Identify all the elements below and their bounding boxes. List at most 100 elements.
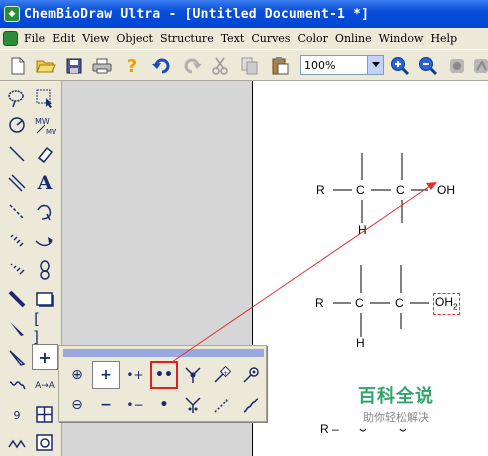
open-folder-icon[interactable] bbox=[34, 54, 58, 78]
new-doc-icon[interactable] bbox=[6, 54, 30, 78]
struct1-oh-label: OH bbox=[437, 183, 455, 197]
watermark: 百科全说 助你轻松解决 bbox=[350, 382, 442, 425]
radical-label: • bbox=[159, 397, 169, 413]
menu-help[interactable]: Help bbox=[428, 32, 462, 45]
zoom-select[interactable]: 100% bbox=[300, 55, 384, 75]
flyout-drag-bar[interactable] bbox=[63, 349, 264, 357]
bracket-label: [ ] bbox=[32, 310, 42, 346]
chevron-down-icon[interactable] bbox=[367, 56, 383, 74]
menu-bar: File Edit View Object Structure Text Cur… bbox=[0, 28, 488, 49]
menu-curves[interactable]: Curves bbox=[249, 32, 295, 45]
hollow-wedge-tool-icon[interactable] bbox=[4, 344, 30, 370]
arrow-text-label: A→A bbox=[35, 381, 55, 391]
double-bond-tool-icon[interactable] bbox=[4, 170, 30, 196]
document-menu-icon[interactable] bbox=[3, 31, 18, 46]
number-label: 9 bbox=[13, 408, 21, 422]
template-tool-icon[interactable] bbox=[32, 430, 58, 456]
wavy-charge-icon[interactable] bbox=[237, 391, 265, 419]
window-titlebar[interactable]: ◆ ChemBioDraw Ultra - [Untitled Document… bbox=[0, 0, 488, 28]
bond-pair-icon[interactable] bbox=[179, 391, 207, 419]
menu-object[interactable]: Object bbox=[114, 32, 158, 45]
svg-text:MW: MW bbox=[46, 128, 56, 135]
negative-charge-label: − bbox=[100, 397, 112, 413]
chain-tool-icon[interactable]: 9 bbox=[4, 402, 30, 428]
positive-circled-label: ⊕ bbox=[71, 367, 83, 383]
save-icon[interactable] bbox=[62, 54, 86, 78]
text-tool-icon[interactable]: A bbox=[32, 170, 58, 196]
struct2-oh2-selection[interactable]: OH2 bbox=[433, 293, 461, 316]
zoom-in-icon[interactable] bbox=[388, 54, 412, 78]
menu-file[interactable]: File bbox=[22, 32, 50, 45]
struct3-r-label: R – bbox=[320, 422, 339, 436]
positive-charge-label: + bbox=[100, 367, 112, 383]
menu-structure[interactable]: Structure bbox=[158, 32, 219, 45]
charge-tool-label: + bbox=[38, 347, 52, 367]
struct2-c2-label: C bbox=[395, 296, 404, 310]
arrow-tool-icon[interactable] bbox=[32, 228, 58, 254]
struct1-h-label: H bbox=[358, 223, 367, 237]
menu-window[interactable]: Window bbox=[377, 32, 429, 45]
svg-text:+: + bbox=[223, 370, 228, 377]
struct2-r-label: R bbox=[315, 296, 324, 310]
wavy-bond-tool-icon[interactable] bbox=[4, 373, 30, 399]
struct2-oh2-subscript: 2 bbox=[453, 302, 458, 312]
negative-circled-label: ⊖ bbox=[71, 397, 83, 413]
charge-arrow-plus-icon[interactable]: + bbox=[208, 361, 236, 389]
orbital-tool-icon[interactable] bbox=[32, 257, 58, 283]
menu-view[interactable]: View bbox=[80, 32, 114, 45]
radical-anion-button[interactable]: •− bbox=[121, 391, 149, 419]
copy-icon[interactable] bbox=[238, 54, 262, 78]
cut-icon[interactable] bbox=[208, 54, 232, 78]
solid-bond-tool-icon[interactable] bbox=[4, 141, 30, 167]
rotate-tool-icon[interactable] bbox=[4, 112, 30, 138]
charge-flyout: ⊕ + •+ •• + ⊖ − •− • * bbox=[58, 345, 267, 422]
text-tool-label: A bbox=[37, 172, 53, 194]
charge-tool-icon[interactable]: + bbox=[32, 344, 58, 370]
watermark-main: 百科全说 bbox=[358, 386, 434, 407]
positive-circled-charge-button[interactable]: ⊕ bbox=[63, 361, 91, 389]
wedge-bond-tool-icon[interactable] bbox=[4, 315, 30, 341]
drawing-element-tool-icon[interactable] bbox=[32, 286, 58, 312]
struct2-h-label: H bbox=[356, 336, 365, 350]
svg-text:MW: MW bbox=[35, 117, 50, 126]
bracket-tool-icon[interactable]: [ ] bbox=[32, 310, 58, 346]
redo-icon[interactable] bbox=[180, 54, 204, 78]
radical-cation-button[interactable]: •+ bbox=[121, 361, 149, 389]
zoom-out-icon[interactable] bbox=[416, 54, 440, 78]
help-icon[interactable]: ? bbox=[120, 54, 144, 78]
reaction-arrow-tool-icon[interactable]: A→A bbox=[32, 373, 58, 399]
print-icon[interactable] bbox=[90, 54, 114, 78]
struct2-c1-label: C bbox=[355, 296, 364, 310]
hashed-bond-tool-icon[interactable] bbox=[4, 228, 30, 254]
structure-tool-icon[interactable] bbox=[446, 54, 470, 78]
eraser-tool-icon[interactable] bbox=[32, 141, 58, 167]
menu-color[interactable]: Color bbox=[295, 32, 332, 45]
hashed-wedge-tool-icon[interactable] bbox=[4, 257, 30, 283]
template-tool-icon[interactable] bbox=[470, 54, 488, 78]
dashed-charge-arrow-icon[interactable]: * bbox=[208, 391, 236, 419]
bond-electrons-icon[interactable] bbox=[179, 361, 207, 389]
struct1-c1-label: C bbox=[356, 183, 365, 197]
menu-text[interactable]: Text bbox=[219, 32, 250, 45]
struct1-c2-label: C bbox=[396, 183, 405, 197]
mass-fragment-tool-icon[interactable]: MW MW bbox=[32, 112, 58, 138]
negative-circled-charge-button[interactable]: ⊖ bbox=[63, 391, 91, 419]
radical-button[interactable]: • bbox=[150, 391, 178, 419]
marquee-tool-icon[interactable] bbox=[32, 85, 58, 111]
menu-online[interactable]: Online bbox=[333, 32, 377, 45]
lasso-tool-icon[interactable] bbox=[4, 85, 30, 111]
lone-pair-button[interactable]: •• bbox=[150, 361, 178, 389]
table-tool-icon[interactable] bbox=[32, 402, 58, 428]
menu-edit[interactable]: Edit bbox=[50, 32, 80, 45]
charge-marker-icon[interactable] bbox=[237, 361, 265, 389]
positive-charge-button[interactable]: + bbox=[92, 361, 120, 389]
negative-charge-button[interactable]: − bbox=[92, 391, 120, 419]
paste-icon[interactable] bbox=[268, 54, 292, 78]
pen-tool-icon[interactable] bbox=[32, 199, 58, 225]
bold-bond-tool-icon[interactable] bbox=[4, 286, 30, 312]
dashed-bond-tool-icon[interactable] bbox=[4, 199, 30, 225]
undo-icon[interactable] bbox=[150, 54, 174, 78]
acyclic-chain-tool-icon[interactable] bbox=[4, 430, 30, 456]
watermark-sub: 助你轻松解决 bbox=[363, 411, 429, 424]
struct1-r-label: R bbox=[316, 183, 325, 197]
